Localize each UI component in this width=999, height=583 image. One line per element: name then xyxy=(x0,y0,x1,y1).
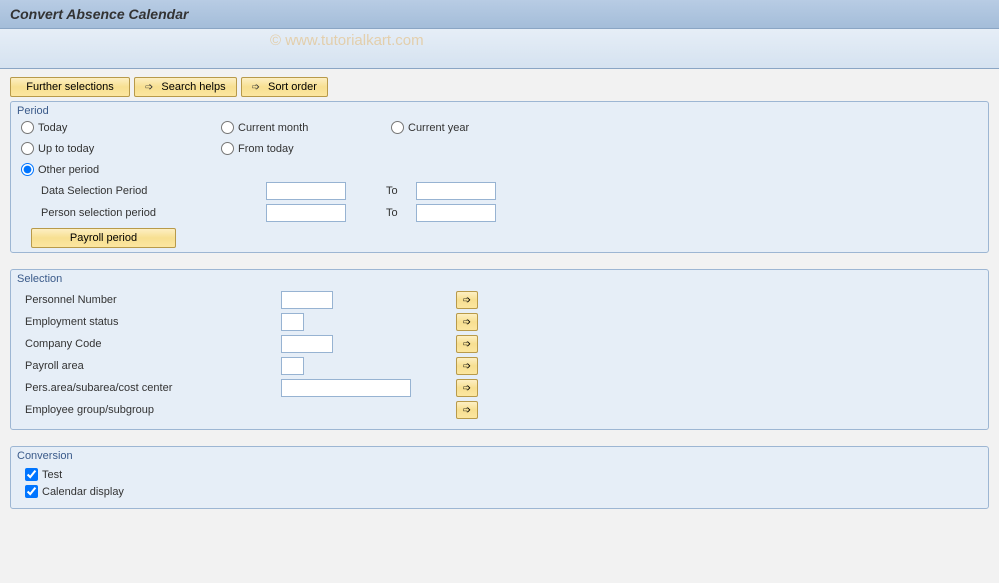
company-code-label: Company Code xyxy=(21,338,281,350)
pers-area-row: Pers.area/subarea/cost center ➩ xyxy=(21,377,978,399)
test-checkbox-row[interactable]: Test xyxy=(21,466,978,483)
period-radio-row-2: Up to today From today xyxy=(11,138,988,159)
pers-area-label: Pers.area/subarea/cost center xyxy=(21,382,281,394)
radio-today[interactable]: Today xyxy=(21,121,221,134)
radio-from-today-input[interactable] xyxy=(221,142,234,155)
payroll-area-row: Payroll area ➩ xyxy=(21,355,978,377)
radio-up-to-today[interactable]: Up to today xyxy=(21,142,221,155)
data-selection-from-input[interactable] xyxy=(266,182,346,200)
employment-status-multi-button[interactable]: ➩ xyxy=(456,313,478,331)
period-panel: Period Today Current month Current year … xyxy=(10,101,989,253)
company-code-row: Company Code ➩ xyxy=(21,333,978,355)
further-selections-button[interactable]: Further selections xyxy=(10,77,130,97)
arrow-right-icon: ➩ xyxy=(463,383,471,394)
radio-other-period-input[interactable] xyxy=(21,163,34,176)
test-checkbox[interactable] xyxy=(25,468,38,481)
arrow-right-icon: ➩ xyxy=(463,317,471,328)
pers-area-input[interactable] xyxy=(281,379,411,397)
conversion-title: Conversion xyxy=(11,447,988,462)
payroll-area-multi-button[interactable]: ➩ xyxy=(456,357,478,375)
person-selection-to-label: To xyxy=(386,207,416,219)
radio-other-period[interactable]: Other period xyxy=(21,163,221,176)
personnel-number-row: Personnel Number ➩ xyxy=(21,289,978,311)
person-selection-label: Person selection period xyxy=(41,207,266,219)
arrow-right-icon: ➩ xyxy=(463,361,471,372)
person-selection-to-input[interactable] xyxy=(416,204,496,222)
period-title: Period xyxy=(11,102,988,117)
company-code-input[interactable] xyxy=(281,335,333,353)
payroll-area-label: Payroll area xyxy=(21,360,281,372)
data-selection-to-label: To xyxy=(386,185,416,197)
selection-title: Selection xyxy=(11,270,988,285)
header-bar: Convert Absence Calendar xyxy=(0,0,999,29)
radio-from-today[interactable]: From today xyxy=(221,142,391,155)
calendar-display-checkbox[interactable] xyxy=(25,485,38,498)
radio-up-to-today-input[interactable] xyxy=(21,142,34,155)
radio-current-month[interactable]: Current month xyxy=(221,121,391,134)
pers-area-multi-button[interactable]: ➩ xyxy=(456,379,478,397)
personnel-number-input[interactable] xyxy=(281,291,333,309)
conversion-body: Test Calendar display xyxy=(11,462,988,508)
employment-status-row: Employment status ➩ xyxy=(21,311,978,333)
arrow-right-icon: ➩ xyxy=(463,339,471,350)
employment-status-input[interactable] xyxy=(281,313,304,331)
person-selection-from-input[interactable] xyxy=(266,204,346,222)
person-selection-row: Person selection period To xyxy=(11,202,988,224)
period-radio-row-1: Today Current month Current year xyxy=(11,117,988,138)
page-title: Convert Absence Calendar xyxy=(10,6,989,22)
radio-today-input[interactable] xyxy=(21,121,34,134)
arrow-right-icon: ➩ xyxy=(145,82,153,93)
sort-order-button[interactable]: ➩ Sort order xyxy=(241,77,328,97)
employment-status-label: Employment status xyxy=(21,316,281,328)
radio-current-year[interactable]: Current year xyxy=(391,121,571,134)
employee-group-label: Employee group/subgroup xyxy=(21,404,281,416)
search-helps-button[interactable]: ➩ Search helps xyxy=(134,77,237,97)
radio-current-month-input[interactable] xyxy=(221,121,234,134)
selection-panel: Selection Personnel Number ➩ Employment … xyxy=(10,269,989,430)
radio-from-today-label: From today xyxy=(238,143,294,155)
arrow-right-icon: ➩ xyxy=(252,82,260,93)
personnel-number-label: Personnel Number xyxy=(21,294,281,306)
arrow-right-icon: ➩ xyxy=(463,405,471,416)
payroll-period-button[interactable]: Payroll period xyxy=(31,228,176,248)
employee-group-row: Employee group/subgroup ➩ xyxy=(21,399,978,421)
radio-today-label: Today xyxy=(38,122,67,134)
calendar-display-checkbox-label: Calendar display xyxy=(42,486,124,498)
radio-current-year-input[interactable] xyxy=(391,121,404,134)
radio-up-to-today-label: Up to today xyxy=(38,143,94,155)
personnel-number-multi-button[interactable]: ➩ xyxy=(456,291,478,309)
further-selections-label: Further selections xyxy=(26,81,113,93)
conversion-panel: Conversion Test Calendar display xyxy=(10,446,989,509)
data-selection-row: Data Selection Period To xyxy=(11,180,988,202)
arrow-right-icon: ➩ xyxy=(463,295,471,306)
radio-other-period-label: Other period xyxy=(38,164,99,176)
toolbar: Further selections ➩ Search helps ➩ Sort… xyxy=(10,77,989,97)
sub-header xyxy=(0,29,999,69)
payroll-area-input[interactable] xyxy=(281,357,304,375)
radio-current-year-label: Current year xyxy=(408,122,469,134)
data-selection-label: Data Selection Period xyxy=(41,185,266,197)
sort-order-label: Sort order xyxy=(268,81,317,93)
calendar-display-checkbox-row[interactable]: Calendar display xyxy=(21,483,978,500)
company-code-multi-button[interactable]: ➩ xyxy=(456,335,478,353)
period-radio-row-3: Other period xyxy=(11,159,988,180)
test-checkbox-label: Test xyxy=(42,469,62,481)
employee-group-multi-button[interactable]: ➩ xyxy=(456,401,478,419)
data-selection-to-input[interactable] xyxy=(416,182,496,200)
selection-body: Personnel Number ➩ Employment status ➩ C… xyxy=(11,285,988,429)
radio-current-month-label: Current month xyxy=(238,122,308,134)
content-area: Further selections ➩ Search helps ➩ Sort… xyxy=(0,69,999,533)
search-helps-label: Search helps xyxy=(161,81,225,93)
